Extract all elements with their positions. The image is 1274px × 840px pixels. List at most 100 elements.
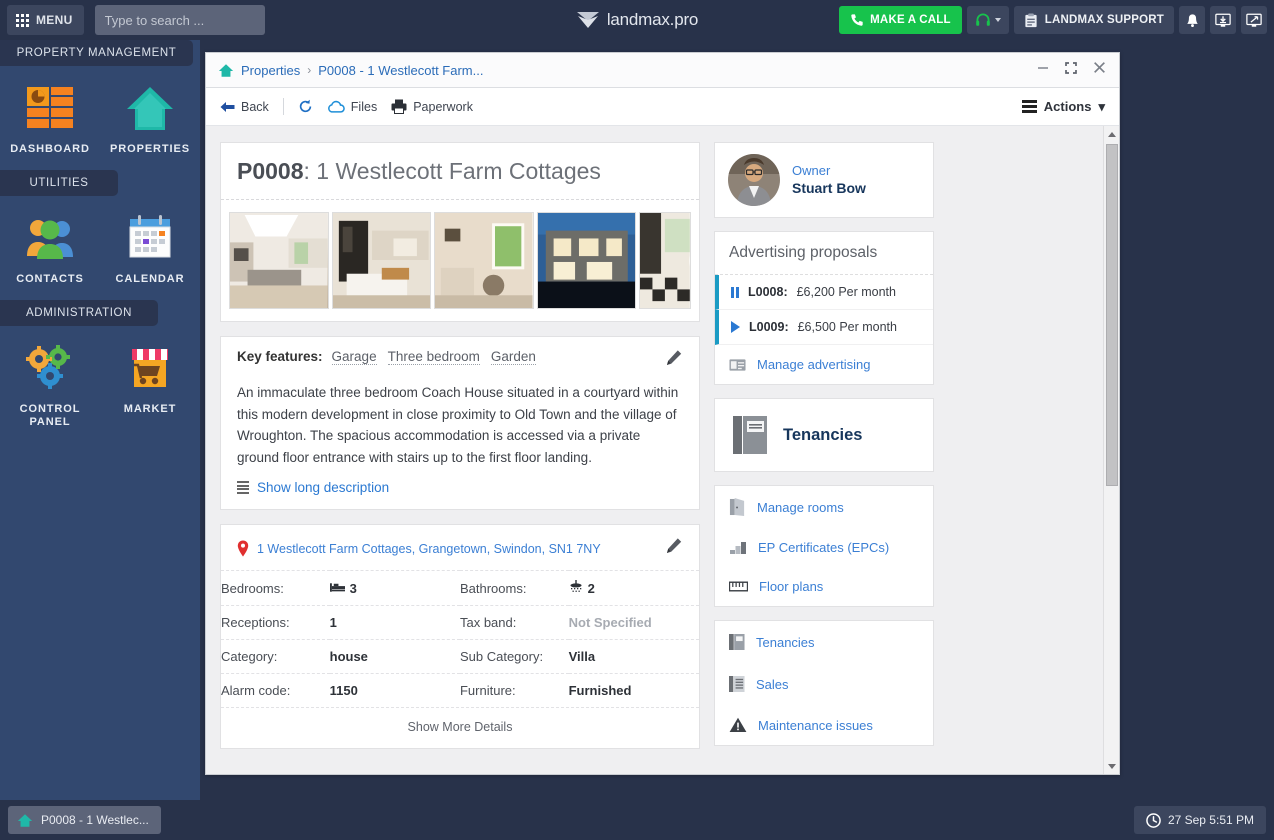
arrow-left-icon <box>220 101 235 113</box>
maintenance-issues-row[interactable]: Maintenance issues <box>715 705 933 745</box>
scrollbar-thumb[interactable] <box>1106 144 1118 486</box>
property-address[interactable]: 1 Westlecott Farm Cottages, Grangetown, … <box>257 542 601 556</box>
pencil-icon[interactable] <box>665 537 683 560</box>
floor-plans-link[interactable]: Floor plans <box>759 579 823 594</box>
triangle-up-icon <box>1108 132 1116 137</box>
breadcrumb-separator: › <box>307 63 311 77</box>
search-input[interactable] <box>105 13 281 28</box>
maximize-icon[interactable] <box>1064 61 1078 80</box>
property-window: Properties › P0008 - 1 Westlecott Farm..… <box>205 52 1120 775</box>
sales-link[interactable]: Sales <box>756 677 789 692</box>
breadcrumb-current[interactable]: P0008 - 1 Westlecott Farm... <box>318 63 483 78</box>
sidebar-group-utilities: CONTACTS <box>0 198 200 300</box>
gallery-thumb[interactable] <box>434 212 534 309</box>
gallery-thumb[interactable] <box>332 212 432 309</box>
sales-link-row[interactable]: Sales <box>715 663 933 705</box>
menu-button[interactable]: MENU <box>7 5 84 35</box>
manage-advertising-row[interactable]: Manage advertising <box>715 345 933 384</box>
refresh-button[interactable] <box>298 99 313 114</box>
advertising-proposal-row[interactable]: L0008: £6,200 Per month <box>715 275 933 310</box>
headset-dropdown-button[interactable] <box>967 6 1009 34</box>
manage-rooms-row[interactable]: Manage rooms <box>715 486 933 528</box>
sidebar-item-dashboard[interactable]: DASHBOARD <box>0 80 100 156</box>
actions-menu-button[interactable]: Actions ▾ <box>1022 99 1105 115</box>
breadcrumb-properties[interactable]: Properties <box>241 63 300 78</box>
book-icon <box>733 415 767 455</box>
detail-value-text: 3 <box>350 581 357 596</box>
advertising-proposal-row[interactable]: L0009: £6,500 Per month <box>715 310 933 345</box>
scroll-up-button[interactable] <box>1108 126 1116 142</box>
sidebar-group-property-management: DASHBOARD PROPERTIES <box>0 68 200 170</box>
minimize-icon[interactable] <box>1036 61 1050 80</box>
market-icon <box>126 340 174 396</box>
floor-plans-row[interactable]: Floor plans <box>715 567 933 606</box>
sidebar-item-control-panel[interactable]: CONTROL PANEL <box>0 340 100 429</box>
sidebar-item-properties-label: PROPERTIES <box>110 143 190 156</box>
table-row: Receptions: 1 Tax band: Not Specified <box>221 606 699 640</box>
download-button[interactable] <box>1210 6 1236 34</box>
shower-icon <box>569 580 583 593</box>
owner-role: Owner <box>792 162 866 179</box>
detail-key: Sub Category: <box>460 640 569 674</box>
make-a-call-button[interactable]: MAKE A CALL <box>839 6 962 34</box>
clock-icon <box>1146 813 1161 828</box>
tenancies-link-row[interactable]: Tenancies <box>715 621 933 663</box>
back-button[interactable]: Back <box>220 100 269 114</box>
landmax-logo-icon <box>576 10 600 30</box>
close-icon[interactable] <box>1092 60 1107 80</box>
gallery-thumb[interactable] <box>229 212 329 309</box>
top-bar: MENU landmax.pro MAKE A CALL <box>0 0 1274 40</box>
details-table: Bedrooms: 3 Bathrooms: <box>221 570 699 707</box>
key-features-list: Garage Three bedroom Garden <box>332 349 536 365</box>
landmax-support-button[interactable]: LANDMAX SUPPORT <box>1014 6 1174 34</box>
sidebar-item-market[interactable]: MARKET <box>100 340 200 429</box>
actions-menu-label: Actions <box>1044 99 1092 114</box>
show-long-description-link[interactable]: Show long description <box>257 480 389 495</box>
files-button[interactable]: Files <box>327 100 377 114</box>
taskbar-window-item[interactable]: P0008 - 1 Westlec... <box>8 806 161 834</box>
bell-icon <box>1185 13 1200 28</box>
table-row: Bedrooms: 3 Bathrooms: <box>221 571 699 606</box>
paperwork-button[interactable]: Paperwork <box>391 99 473 114</box>
detail-value: 1 <box>330 606 460 640</box>
show-more-details-button[interactable]: Show More Details <box>221 707 699 748</box>
tenancies-button[interactable]: Tenancies <box>715 399 933 471</box>
manage-advertising-link[interactable]: Manage advertising <box>757 357 870 372</box>
search-box[interactable] <box>95 5 265 35</box>
key-feature-tag[interactable]: Garage <box>332 349 377 365</box>
key-feature-tag[interactable]: Garden <box>491 349 536 365</box>
manage-rooms-link[interactable]: Manage rooms <box>757 500 844 515</box>
sidebar-item-contacts[interactable]: CONTACTS <box>0 210 100 286</box>
hamburger-icon <box>1022 100 1037 113</box>
notifications-button[interactable] <box>1179 6 1205 34</box>
pencil-icon[interactable] <box>665 349 683 372</box>
dashboard-icon <box>26 80 74 136</box>
gallery-thumb-partial[interactable] <box>639 212 691 309</box>
property-ref: P0008 <box>237 158 304 184</box>
scroll-down-button[interactable] <box>1108 758 1116 774</box>
sidebar-item-control-panel-label: CONTROL PANEL <box>0 403 100 429</box>
refresh-icon <box>298 99 313 114</box>
tenancies-link[interactable]: Tenancies <box>756 635 815 650</box>
gallery-thumb[interactable] <box>537 212 637 309</box>
owner-card[interactable]: Owner Stuart Bow <box>714 142 934 218</box>
fullscreen-button[interactable] <box>1241 6 1267 34</box>
detail-key: Furniture: <box>460 674 569 708</box>
window-toolbar: Back Files Paperwork Actions <box>206 88 1119 126</box>
ruler-icon <box>729 581 748 592</box>
maintenance-issues-link[interactable]: Maintenance issues <box>758 718 873 733</box>
door-icon <box>729 498 746 516</box>
ep-certificates-link[interactable]: EP Certificates (EPCs) <box>758 540 889 555</box>
key-features-label: Key features: <box>237 349 323 364</box>
house-icon <box>125 80 175 136</box>
ep-certificates-row[interactable]: EP Certificates (EPCs) <box>715 528 933 567</box>
sidebar-item-calendar[interactable]: CALENDAR <box>100 210 200 286</box>
sidebar-section-property-management: PROPERTY MANAGEMENT <box>0 40 193 66</box>
taskbar-clock[interactable]: 27 Sep 5:51 PM <box>1134 806 1266 834</box>
scrollbar-track[interactable] <box>1104 142 1119 758</box>
vertical-scrollbar[interactable] <box>1103 126 1119 774</box>
proposal-ref: L0008: <box>748 285 788 299</box>
sidebar-item-properties[interactable]: PROPERTIES <box>100 80 200 156</box>
show-long-description-row[interactable]: Show long description <box>221 472 699 509</box>
key-feature-tag[interactable]: Three bedroom <box>388 349 480 365</box>
